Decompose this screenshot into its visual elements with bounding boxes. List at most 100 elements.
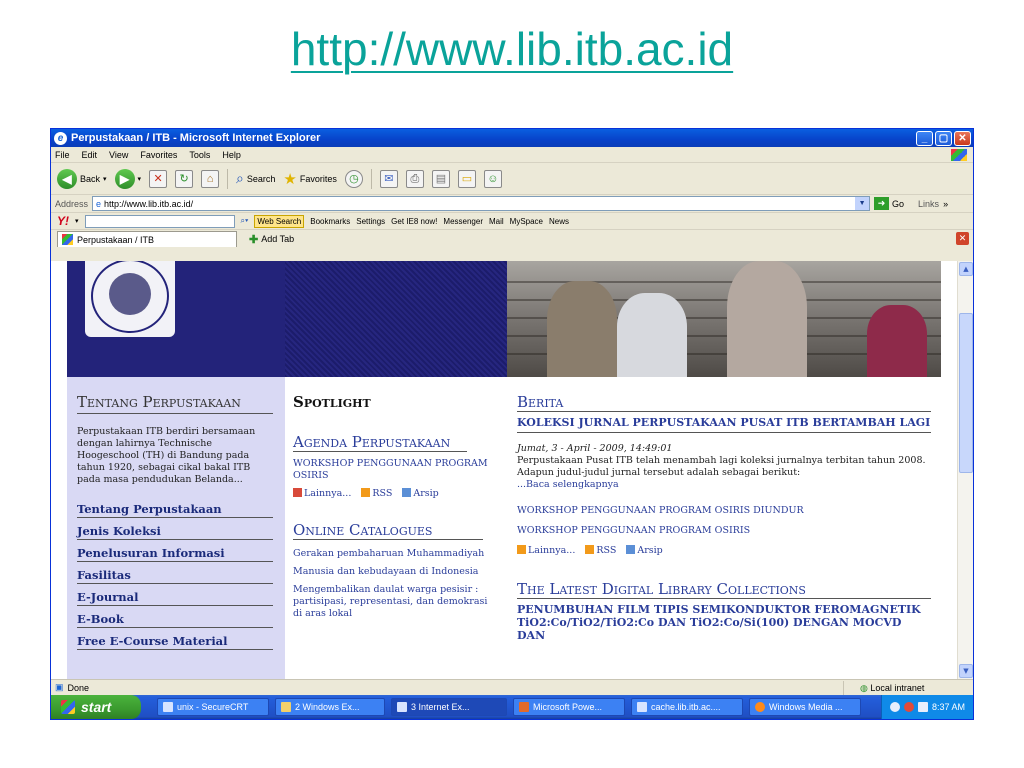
task-powerpoint[interactable]: Microsoft Powe... bbox=[513, 698, 625, 716]
menu-edit[interactable]: Edit bbox=[82, 150, 98, 160]
menu-favorites[interactable]: Favorites bbox=[140, 150, 177, 160]
home-icon[interactable]: ⌂ bbox=[201, 169, 220, 188]
print-icon[interactable]: ⎙ bbox=[405, 169, 424, 188]
task-windows-media[interactable]: Windows Media ... bbox=[749, 698, 861, 716]
start-button[interactable]: start bbox=[51, 695, 141, 719]
menu-view[interactable]: View bbox=[109, 150, 128, 160]
close-button[interactable]: ✕ bbox=[954, 130, 971, 146]
web-search-button[interactable]: Web Search bbox=[254, 214, 305, 228]
mail-icon[interactable]: ✉ bbox=[379, 169, 398, 188]
scroll-up-icon[interactable]: ▲ bbox=[959, 262, 973, 276]
catalogue-item[interactable]: Mengembalikan daulat warga pesisir : par… bbox=[293, 584, 493, 620]
stop-icon[interactable]: ✕ bbox=[149, 169, 168, 188]
nav-e-journal[interactable]: E-Journal bbox=[77, 590, 273, 606]
catalogue-item[interactable]: Manusia dan kebudayaan di Indonesia bbox=[293, 566, 493, 578]
tab-perpustakaan[interactable]: Perpustakaan / ITB bbox=[57, 231, 237, 247]
forward-button[interactable]: ▶ ▾ bbox=[114, 168, 141, 189]
news-button[interactable]: News bbox=[549, 217, 569, 226]
catalogue-item[interactable]: Gerakan pembaharuan Muhammadiyah bbox=[293, 548, 493, 560]
ie-icon bbox=[397, 702, 407, 712]
chevron-down-icon[interactable]: ▼ bbox=[855, 197, 870, 210]
links-label[interactable]: Links bbox=[918, 199, 939, 209]
security-zone: ◍ Local intranet bbox=[843, 680, 973, 695]
task-internet-explorer[interactable]: 3 Internet Ex... bbox=[391, 698, 507, 716]
myspace-button[interactable]: MySpace bbox=[510, 217, 543, 226]
nav-e-book[interactable]: E-Book bbox=[77, 612, 273, 628]
task-windows-explorer[interactable]: 2 Windows Ex... bbox=[275, 698, 385, 716]
folder-icon bbox=[402, 488, 412, 497]
search-icon[interactable]: ⌕▾ bbox=[241, 216, 249, 226]
scroll-down-icon[interactable]: ▼ bbox=[959, 664, 973, 678]
go-button[interactable]: ➜ Go bbox=[874, 197, 904, 210]
monitor-icon[interactable] bbox=[917, 702, 928, 712]
page-header bbox=[67, 261, 941, 377]
shield-icon[interactable] bbox=[903, 702, 914, 712]
yahoo-search-input[interactable] bbox=[84, 214, 235, 228]
berita-heading: Berita bbox=[517, 393, 931, 412]
tray-back-icon[interactable] bbox=[889, 702, 900, 712]
mail-button[interactable]: Mail bbox=[489, 217, 504, 226]
menu-tools[interactable]: Tools bbox=[189, 150, 210, 160]
taskbar: start unix - SecureCRT 2 Windows Ex... 3… bbox=[51, 695, 973, 719]
rss-icon bbox=[585, 545, 595, 554]
menu-file[interactable]: File bbox=[55, 150, 70, 160]
terminal-icon bbox=[163, 702, 173, 712]
about-column: Tentang Perpustakaan Perpustakaan ITB be… bbox=[67, 377, 285, 679]
task-cache[interactable]: cache.lib.itb.ac.... bbox=[631, 698, 743, 716]
media-player-icon bbox=[755, 702, 765, 712]
archive-link[interactable]: Arsip bbox=[402, 488, 439, 499]
messenger-button[interactable]: Messenger bbox=[443, 217, 483, 226]
scroll-thumb[interactable] bbox=[959, 313, 973, 473]
news-title-link[interactable]: KOLEKSI JURNAL PERPUSTAKAAN PUSAT ITB BE… bbox=[517, 416, 931, 433]
about-heading: Tentang Perpustakaan bbox=[77, 393, 273, 414]
ie-icon: e bbox=[54, 131, 67, 145]
vertical-scrollbar[interactable]: ▲ ▼ bbox=[957, 261, 973, 679]
news-link[interactable]: WORKSHOP PENGGUNAAN PROGRAM OSIRIS bbox=[517, 525, 931, 537]
rss-icon bbox=[517, 545, 526, 554]
edit-icon[interactable]: ▤ bbox=[431, 169, 450, 188]
powerpoint-icon bbox=[519, 702, 529, 712]
nav-free-e-course[interactable]: Free E-Course Material bbox=[77, 634, 273, 650]
status-bar: ▣ Done ◍ Local intranet bbox=[51, 679, 973, 695]
task-securecrt[interactable]: unix - SecureCRT bbox=[157, 698, 269, 716]
plus-icon: ✚ bbox=[249, 233, 259, 246]
yahoo-logo[interactable]: Y! bbox=[57, 214, 69, 228]
messenger-people-icon[interactable]: ☺ bbox=[483, 169, 502, 188]
address-input[interactable]: e http://www.lib.itb.ac.id/ ▼ bbox=[92, 196, 871, 211]
windows-logo-icon bbox=[61, 700, 75, 714]
nav-fasilitas[interactable]: Fasilitas bbox=[77, 568, 273, 584]
rss-link[interactable]: RSS bbox=[585, 545, 616, 556]
back-button[interactable]: ◀ Back ▾ bbox=[57, 168, 107, 189]
maximize-button[interactable]: ▢ bbox=[935, 130, 952, 146]
go-arrow-icon: ➜ bbox=[874, 197, 890, 210]
bookmarks-button[interactable]: Bookmarks bbox=[310, 217, 350, 226]
menu-help[interactable]: Help bbox=[222, 150, 241, 160]
close-tab-icon[interactable]: ✕ bbox=[956, 232, 969, 245]
settings-button[interactable]: Settings bbox=[356, 217, 385, 226]
start-label: start bbox=[81, 699, 112, 715]
nav-penelusuran-informasi[interactable]: Penelusuran Informasi bbox=[77, 546, 273, 562]
folder-icon[interactable]: ▭ bbox=[457, 169, 476, 188]
agenda-item-link[interactable]: WORKSHOP PENGGUNAAN PROGRAM OSIRIS bbox=[293, 458, 493, 482]
history-icon[interactable]: ◷ bbox=[344, 169, 363, 188]
address-bar: Address e http://www.lib.itb.ac.id/ ▼ ➜ … bbox=[51, 195, 973, 213]
get-ie8-button[interactable]: Get IE8 now! bbox=[391, 217, 437, 226]
add-tab-button[interactable]: ✚ Add Tab bbox=[249, 231, 294, 247]
chevron-right-icon[interactable]: » bbox=[943, 199, 948, 209]
more-link[interactable]: Lainnya... bbox=[517, 545, 575, 556]
nav-tentang-perpustakaan[interactable]: Tentang Perpustakaan bbox=[77, 502, 273, 518]
more-link[interactable]: Lainnya... bbox=[293, 488, 351, 499]
read-more-link[interactable]: ...Baca selengkapnya bbox=[517, 479, 931, 491]
favorites-button[interactable]: ★ Favorites bbox=[283, 170, 336, 188]
nav-jenis-koleksi[interactable]: Jenis Koleksi bbox=[77, 524, 273, 540]
minimize-button[interactable]: _ bbox=[916, 130, 933, 146]
header-pattern bbox=[285, 261, 507, 377]
favorites-label: Favorites bbox=[299, 173, 337, 184]
news-link[interactable]: WORKSHOP PENGGUNAAN PROGRAM OSIRIS DIUND… bbox=[517, 505, 931, 517]
search-button[interactable]: ⌕ Search bbox=[236, 170, 275, 187]
rss-link[interactable]: RSS bbox=[361, 488, 392, 499]
news-feeds: Lainnya... RSS Arsip bbox=[517, 545, 931, 556]
archive-link[interactable]: Arsip bbox=[626, 545, 663, 556]
collection-title-link[interactable]: PENUMBUHAN FILM TIPIS SEMIKONDUKTOR FERO… bbox=[517, 603, 931, 642]
refresh-icon[interactable]: ↻ bbox=[175, 169, 194, 188]
